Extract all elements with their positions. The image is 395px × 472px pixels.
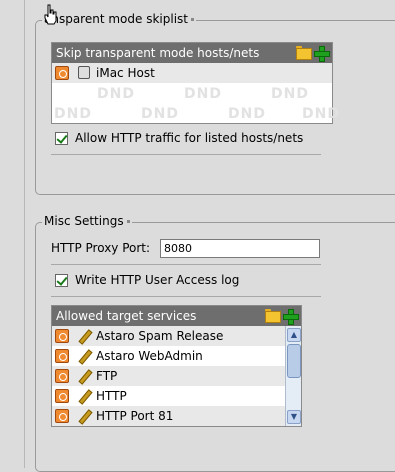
list-item[interactable]: Astaro Spam Release [52,326,285,346]
dnd-watermark: DND [54,106,92,122]
service-plug-icon [78,390,91,403]
services-scrollbar[interactable]: ▲ ▼ [285,326,301,426]
delete-trash-icon[interactable] [55,349,69,363]
dnd-watermark: DND [97,86,135,102]
list-item-label: FTP [96,369,118,383]
dnd-watermark: DND [302,106,340,122]
mac-host-icon [78,66,90,79]
list-item-label: HTTP Port 81 [96,409,174,423]
list-item-label: HTTP [96,389,127,403]
write-log-label: Write HTTP User Access log [75,273,240,287]
list-item-label: iMac Host [96,66,155,80]
list-item[interactable]: Astaro WebAdmin [52,346,285,366]
service-plug-icon [78,350,91,363]
divider [51,264,321,265]
allowed-services-header: Allowed target services [52,306,301,326]
write-log-checkbox[interactable] [55,274,68,287]
delete-trash-icon[interactable] [55,409,69,423]
service-plug-icon [78,330,91,343]
skip-hosts-list: Skip transparent mode hosts/nets iMac Ho… [51,42,339,124]
divider [51,296,321,297]
list-item[interactable]: FTP [52,366,285,386]
delete-trash-icon[interactable] [55,66,69,80]
allowed-services-header-title: Allowed target services [56,309,197,323]
scroll-up-icon[interactable]: ▲ [287,328,301,342]
proxy-port-label: HTTP Proxy Port: [51,241,151,255]
add-plus-icon[interactable] [314,46,330,62]
list-item[interactable]: HTTP Port 81 [52,406,285,426]
service-plug-icon [78,370,91,383]
list-item-label: Astaro Spam Release [96,329,224,343]
list-item[interactable]: HTTP [52,386,285,406]
folder-icon[interactable] [296,46,312,60]
dnd-watermark: DND [228,106,266,122]
service-plug-icon [78,410,91,423]
skip-hosts-header: Skip transparent mode hosts/nets [52,43,332,63]
folder-icon[interactable] [265,309,281,323]
allowed-services-list: Allowed target services Astaro Spam Rele… [51,305,302,427]
scroll-down-icon[interactable]: ▼ [287,410,301,424]
proxy-port-input[interactable] [160,239,320,258]
scroll-thumb[interactable] [287,344,301,378]
add-plus-icon[interactable] [283,309,299,325]
allow-http-label: Allow HTTP traffic for listed hosts/nets [75,131,304,145]
dnd-watermark: DND [141,106,179,122]
dnd-watermark: DND [271,86,309,102]
delete-trash-icon[interactable] [55,329,69,343]
skip-hosts-header-title: Skip transparent mode hosts/nets [56,46,260,60]
transparent-skiplist-legend: ansparent mode skiplist [42,12,196,26]
list-item[interactable]: iMac Host [52,63,332,83]
allow-http-checkbox[interactable] [55,132,68,145]
hand-cursor-icon [44,4,57,25]
dnd-watermark: DND [184,86,222,102]
list-item-label: Astaro WebAdmin [96,349,203,363]
divider [51,154,321,155]
misc-settings-legend: Misc Settings [42,214,132,228]
delete-trash-icon[interactable] [55,389,69,403]
page-left-border [24,0,25,468]
delete-trash-icon[interactable] [55,369,69,383]
